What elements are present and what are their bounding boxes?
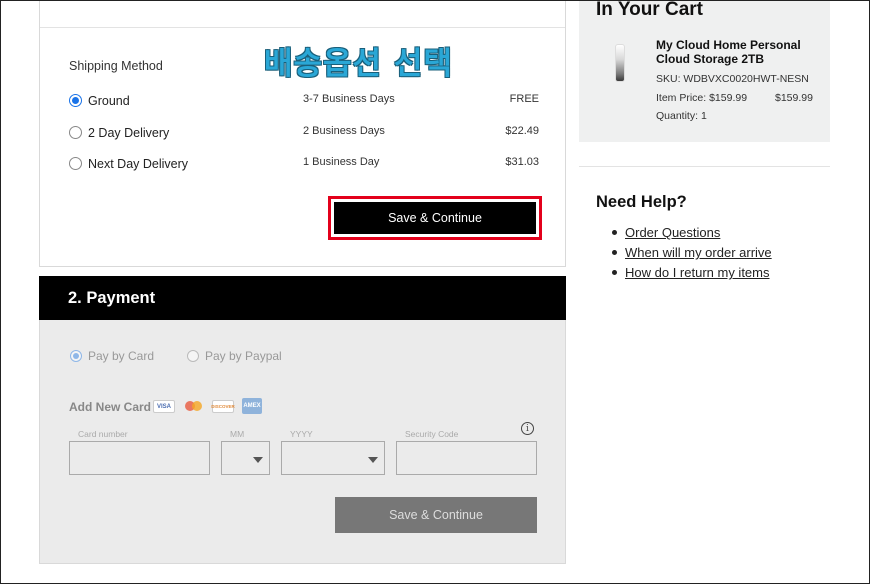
card-number-input[interactable]	[69, 441, 210, 475]
add-new-card-label: Add New Card	[69, 400, 152, 414]
shipping-option-ground[interactable]: Ground 3-7 Business Days FREE	[69, 91, 539, 111]
shipping-option-2-day[interactable]: 2 Day Delivery 2 Business Days $22.49	[69, 123, 539, 143]
product-total-price: $159.99	[775, 92, 813, 104]
save-button-highlight: Save & Continue	[328, 196, 542, 240]
radio-button-selected[interactable]	[69, 94, 82, 107]
product-name: My Cloud Home Personal Cloud Storage 2TB	[656, 38, 801, 66]
cart-summary: In Your Cart My Cloud Home Personal Clou…	[579, 0, 830, 142]
shipping-option-name: 2 Day Delivery	[88, 126, 170, 140]
month-select[interactable]	[221, 441, 270, 475]
payment-title: 2. Payment	[68, 289, 156, 307]
payment-header: 2. Payment	[39, 276, 566, 320]
divider	[40, 27, 565, 28]
order-arrival-link[interactable]: When will my order arrive	[625, 245, 772, 260]
radio-button[interactable]	[187, 350, 199, 362]
order-questions-link[interactable]: Order Questions	[625, 225, 720, 240]
pay-method-label: Pay by Card	[88, 349, 155, 363]
visa-icon: VISA	[153, 400, 175, 413]
divider	[579, 166, 830, 167]
year-label: YYYY	[290, 429, 313, 439]
discover-icon: DISCOVER	[211, 400, 235, 413]
shipping-option-price: FREE	[509, 93, 539, 105]
shipping-method-card: Shipping Method 배송옵션 선택 Ground 3-7 Busin…	[39, 0, 566, 267]
product-image	[615, 44, 625, 82]
year-select[interactable]	[281, 441, 385, 475]
pay-method-label: Pay by Paypal	[205, 349, 282, 363]
shipping-save-continue-button[interactable]: Save & Continue	[334, 202, 536, 234]
shipping-option-price: $31.03	[505, 156, 539, 168]
return-items-link[interactable]: How do I return my items	[625, 265, 770, 280]
product-sku: SKU: WDBVXC0020HWT-NESN	[656, 73, 809, 85]
shipping-method-title: Shipping Method	[69, 59, 163, 73]
shipping-option-price: $22.49	[505, 125, 539, 137]
product-item-price: Item Price: $159.99	[656, 92, 748, 104]
shipping-option-days: 3-7 Business Days	[303, 93, 395, 105]
product-quantity: Quantity: 1	[656, 110, 707, 122]
cart-title: In Your Cart	[596, 0, 703, 20]
month-label: MM	[230, 429, 245, 439]
radio-button-selected[interactable]	[70, 350, 82, 362]
info-icon[interactable]: i	[521, 422, 534, 435]
mastercard-icon	[184, 400, 204, 413]
shipping-option-next-day[interactable]: Next Day Delivery 1 Business Day $31.03	[69, 154, 539, 174]
radio-button[interactable]	[69, 126, 82, 139]
amex-icon: AMEX	[242, 398, 262, 414]
shipping-option-name: Ground	[88, 94, 130, 108]
radio-button[interactable]	[69, 157, 82, 170]
card-number-label: Card number	[78, 429, 128, 439]
security-code-input[interactable]	[396, 441, 537, 475]
shipping-option-days: 2 Business Days	[303, 125, 385, 137]
shipping-option-name: Next Day Delivery	[88, 157, 189, 171]
security-code-label: Security Code	[405, 429, 459, 439]
need-help-title: Need Help?	[596, 193, 687, 211]
shipping-option-annotation: 배송옵션 선택	[264, 46, 453, 82]
shipping-option-days: 1 Business Day	[303, 156, 380, 168]
payment-save-continue-button[interactable]: Save & Continue	[335, 497, 537, 533]
payment-section: Pay by Card Pay by Paypal Add New Card V…	[39, 320, 566, 564]
